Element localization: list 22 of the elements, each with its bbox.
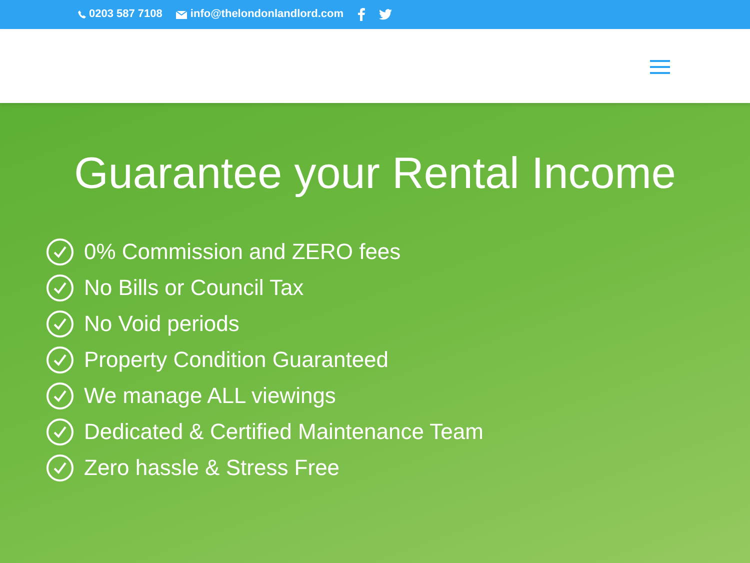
email-link[interactable]: info@thelondonlandlord.com bbox=[190, 6, 344, 23]
phone-icon bbox=[78, 10, 86, 19]
check-circle-icon bbox=[46, 274, 74, 302]
check-circle-icon bbox=[46, 418, 74, 446]
feature-text: Property Condition Guaranteed bbox=[84, 346, 389, 374]
feature-text: No Bills or Council Tax bbox=[84, 274, 304, 302]
feature-text: 0% Commission and ZERO fees bbox=[84, 238, 401, 266]
twitter-icon[interactable] bbox=[378, 9, 392, 20]
check-circle-icon bbox=[46, 238, 74, 266]
check-circle-icon bbox=[46, 454, 74, 482]
check-circle-icon bbox=[46, 346, 74, 374]
feature-text: Dedicated & Certified Maintenance Team bbox=[84, 418, 484, 446]
check-circle-icon bbox=[46, 382, 74, 410]
feature-text: No Void periods bbox=[84, 310, 240, 338]
envelope-icon bbox=[176, 10, 188, 18]
menu-icon[interactable] bbox=[650, 58, 670, 74]
check-circle-icon bbox=[46, 310, 74, 338]
facebook-icon[interactable] bbox=[358, 8, 365, 21]
feature-text: We manage ALL viewings bbox=[84, 382, 336, 410]
hero-title: Guarantee your Rental Income bbox=[74, 148, 676, 200]
feature-text: Zero hassle & Stress Free bbox=[84, 454, 340, 482]
phone-number[interactable]: 0203 587 7108 bbox=[89, 6, 162, 23]
